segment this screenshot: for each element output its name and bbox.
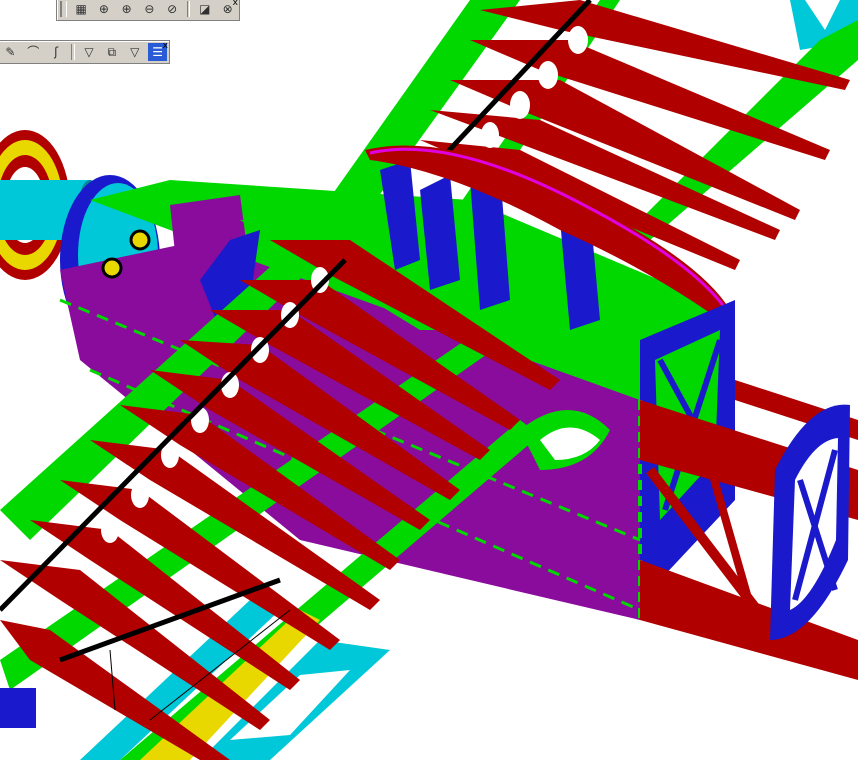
filter-add-icon[interactable]: ▽ bbox=[125, 43, 144, 61]
close-icon[interactable]: x bbox=[233, 0, 238, 8]
draw-toolbar: ✎ ⌒ ʃ ▽ ⧉ ▽ ☰ x bbox=[0, 40, 170, 64]
zoom-out-sphere-icon[interactable]: ⊖ bbox=[140, 0, 159, 18]
toolbar-separator bbox=[186, 1, 191, 17]
view-toolbar: ▦ ⊕ ⊕ ⊖ ⊘ ◪ ⊗ x bbox=[56, 0, 240, 21]
toolbar-separator bbox=[70, 44, 75, 60]
arc-draw-icon[interactable]: ⌒ bbox=[24, 43, 43, 61]
cube-view-icon[interactable]: ◪ bbox=[195, 0, 214, 18]
select-window-icon[interactable]: ⧉ bbox=[102, 43, 121, 61]
toolbar-grip[interactable] bbox=[60, 1, 67, 17]
zoom-in-sphere-icon[interactable]: ⊕ bbox=[117, 0, 136, 18]
cad-3d-viewport[interactable] bbox=[0, 0, 858, 760]
sphere-view-icon[interactable]: ⊕ bbox=[95, 0, 114, 18]
orbit-sphere-icon[interactable]: ⊘ bbox=[163, 0, 182, 18]
grid-view-icon[interactable]: ▦ bbox=[72, 0, 91, 18]
filter-select-icon[interactable]: ▽ bbox=[80, 43, 99, 61]
close-icon[interactable]: x bbox=[163, 41, 168, 51]
spline-draw-icon[interactable]: ʃ bbox=[47, 43, 66, 61]
sketch-pencil-icon[interactable]: ✎ bbox=[1, 43, 20, 61]
